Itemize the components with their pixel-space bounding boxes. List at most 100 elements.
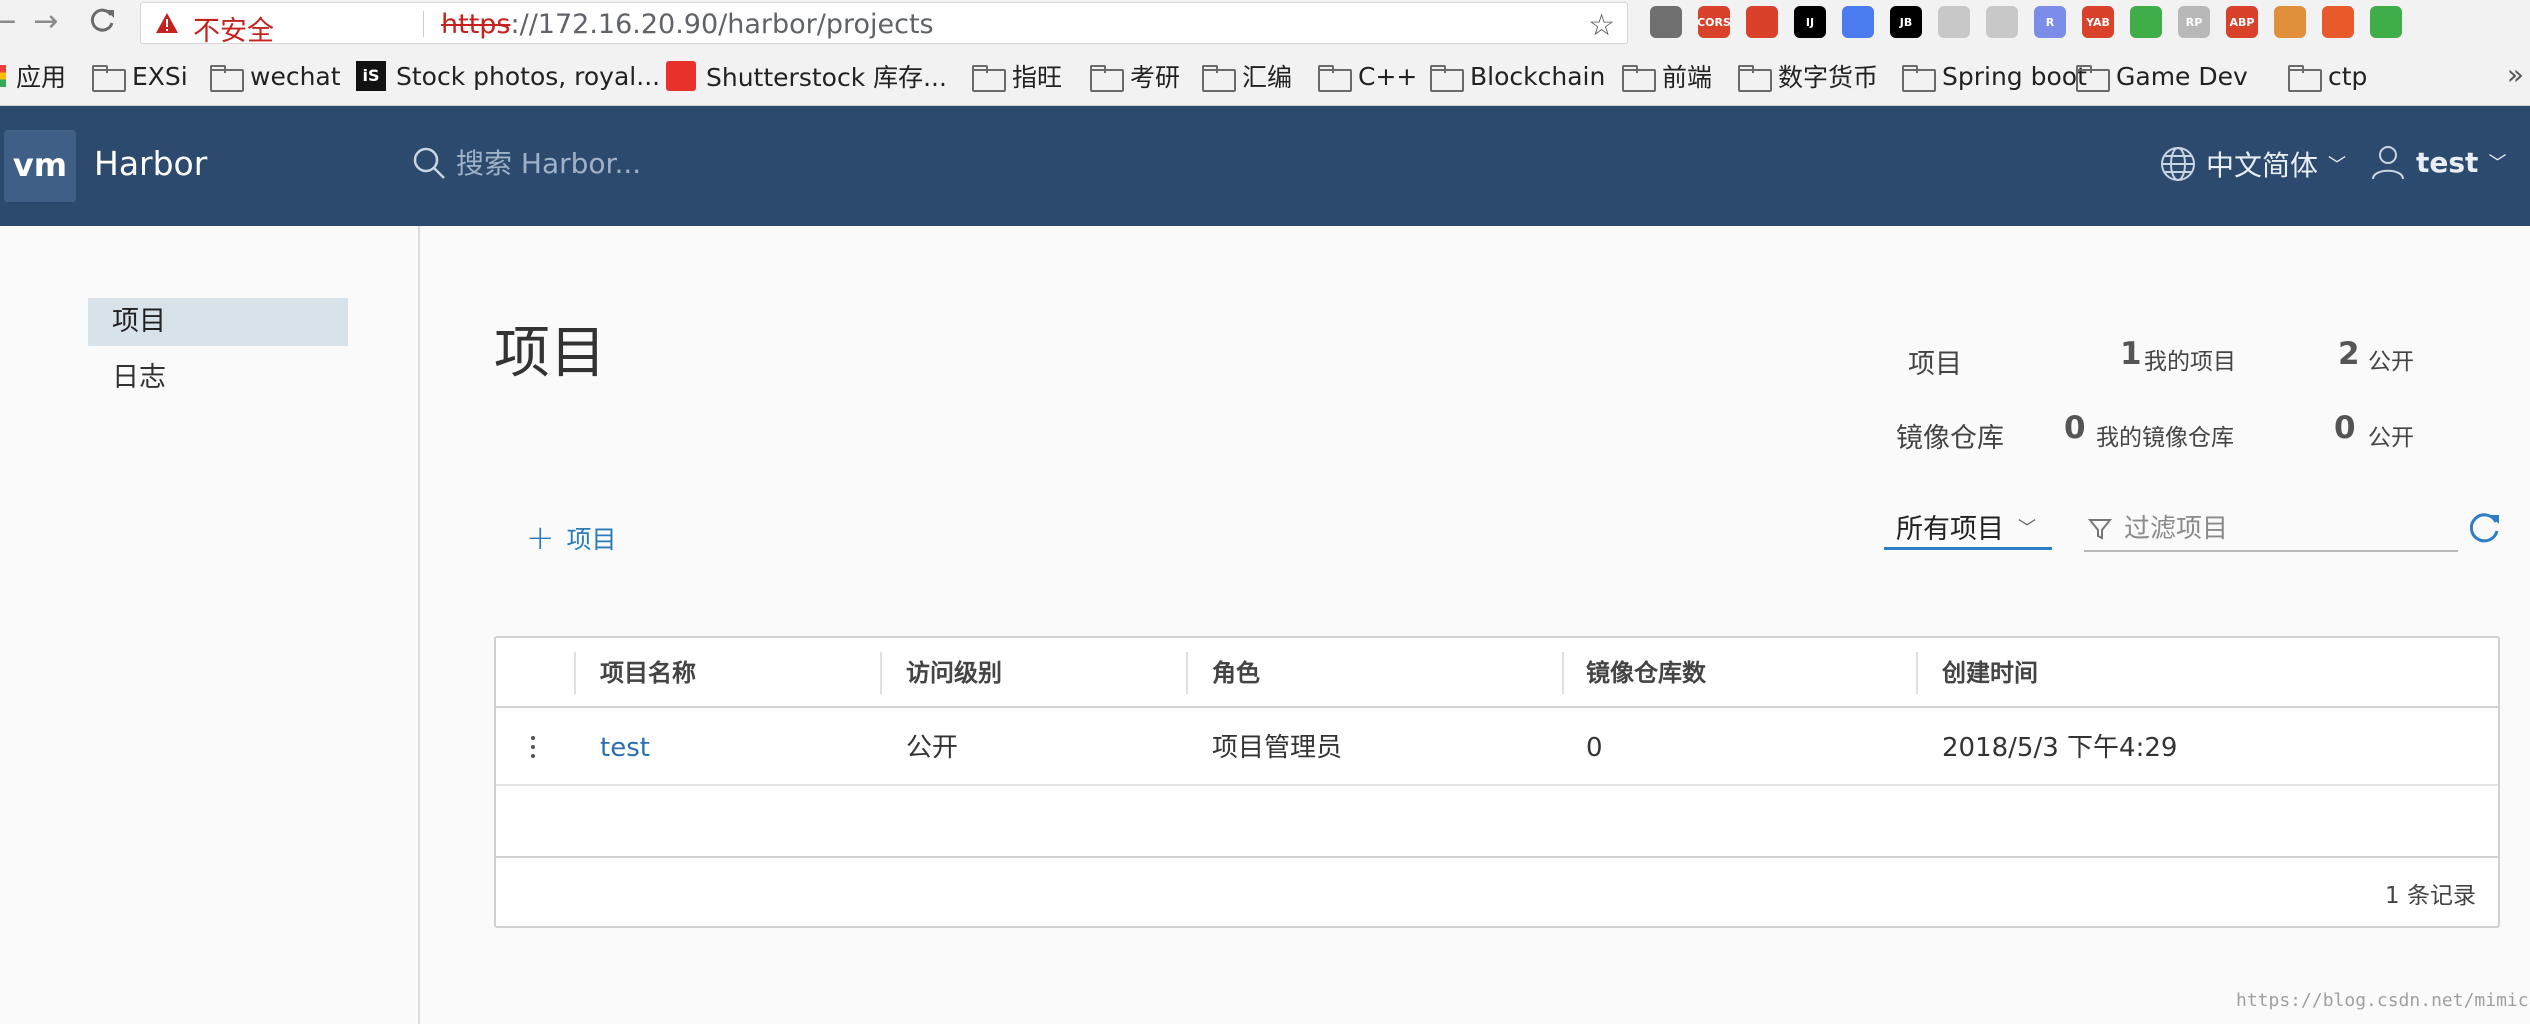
bookmark-item[interactable]: 数字货币 — [1738, 60, 1878, 92]
extension-icon[interactable]: IJ — [1794, 6, 1826, 38]
bookmark-label: 考研 — [1130, 63, 1181, 92]
column-divider — [1916, 652, 1918, 694]
watermark: https://blog.csdn.net/mimica — [2236, 990, 2530, 1011]
stat-my-repos-label: 我的镜像仓库 — [2096, 425, 2234, 451]
bookmark-item[interactable]: 汇编 — [1202, 60, 1292, 92]
extension-icon[interactable]: JB — [1890, 6, 1922, 38]
reload-icon[interactable] — [86, 6, 118, 38]
bookmark-label: Shutterstock 库存... — [706, 63, 947, 92]
insecure-label: 不安全 — [193, 16, 274, 47]
user-menu[interactable]: test ﹀ — [2370, 144, 2506, 180]
extension-icon[interactable] — [2130, 6, 2162, 38]
project-scope-value: 所有项目 — [1896, 514, 2004, 545]
column-header-role[interactable]: 角色 — [1212, 638, 1260, 708]
refresh-icon[interactable] — [2466, 510, 2502, 546]
bookmark-item[interactable]: Blockchain — [1430, 60, 1605, 92]
browser-toolbar: ← → 不安全 https://172.16.20.90/harbor/proj… — [0, 0, 2530, 47]
extension-icon[interactable]: R — [2034, 6, 2066, 38]
back-icon[interactable]: ← — [0, 6, 20, 38]
extension-icon[interactable] — [2322, 6, 2354, 38]
extension-icon[interactable] — [2274, 6, 2306, 38]
extension-icon[interactable] — [1986, 6, 2018, 38]
sidebar-item-projects[interactable]: 项目 — [88, 298, 348, 346]
extension-icon[interactable]: CORS — [1697, 6, 1731, 38]
bookmark-item[interactable]: EXSi — [92, 60, 188, 92]
table-footer: 1 条记录 — [496, 856, 2498, 926]
bookmark-label: 汇编 — [1242, 63, 1293, 92]
projects-table: 项目名称 访问级别 角色 镜像仓库数 创建时间 test 公开 项目管理员 0 … — [494, 636, 2500, 928]
bookmark-item[interactable]: C++ — [1318, 60, 1417, 92]
bookmark-label: 前端 — [1662, 63, 1713, 92]
language-label: 中文简体 — [2206, 149, 2319, 182]
page-title: 项目 — [494, 321, 606, 386]
forward-icon[interactable]: → — [30, 6, 62, 38]
bookmark-star-icon[interactable]: ☆ — [1588, 8, 1615, 43]
stat-public-projects-count: 2 — [2338, 336, 2360, 372]
vmware-logo[interactable]: vm — [4, 130, 76, 202]
search-input[interactable] — [456, 146, 876, 180]
extension-icon[interactable] — [2370, 6, 2402, 38]
extension-icon[interactable]: RP — [2178, 6, 2210, 38]
column-header-name[interactable]: 项目名称 — [600, 638, 696, 708]
url-rest: ://172.16.20.90/harbor/projects — [510, 9, 934, 40]
extension-icon[interactable] — [1842, 6, 1874, 38]
bookmark-label: EXSi — [132, 61, 188, 91]
bookmark-label: Blockchain — [1470, 61, 1606, 91]
project-access-cell: 公开 — [906, 733, 959, 763]
stat-projects-label: 项目 — [1908, 349, 1962, 380]
stat-my-projects-count: 1 — [2120, 336, 2142, 372]
bookmark-item[interactable]: iS Stock photos, royal... — [356, 60, 660, 92]
address-bar[interactable]: 不安全 https://172.16.20.90/harbor/projects… — [140, 2, 1628, 47]
folder-icon — [1430, 64, 1464, 92]
brand-name[interactable]: Harbor — [94, 144, 207, 183]
bookmark-label: ctp — [2328, 61, 2368, 91]
bookmarks-bar: 应用 » EXSi wechat iS Stock photos, royal... S… — [0, 46, 2530, 106]
column-divider — [1186, 652, 1188, 694]
bookmark-item[interactable]: 指旺 — [972, 60, 1062, 92]
bookmark-label: Spring boot — [1942, 61, 2087, 91]
filter-input[interactable] — [2124, 514, 2444, 544]
bookmark-item[interactable]: 前端 — [1622, 60, 1712, 92]
extension-icon[interactable] — [1746, 6, 1778, 38]
bookmark-item[interactable]: ctp — [2288, 60, 2367, 92]
global-search[interactable] — [412, 146, 876, 180]
extension-icon[interactable] — [1938, 6, 1970, 38]
stat-public-repos-label: 公开 — [2368, 425, 2414, 451]
extension-icon[interactable]: YAB — [2082, 6, 2114, 38]
row-actions-icon[interactable] — [530, 736, 536, 762]
bookmark-apps-label: 应用 — [16, 63, 67, 92]
url-text[interactable]: https://172.16.20.90/harbor/projects — [441, 9, 934, 40]
bookmark-item[interactable]: wechat — [210, 60, 341, 92]
bookmark-apps[interactable]: 应用 — [0, 60, 66, 92]
column-header-access[interactable]: 访问级别 — [906, 638, 1002, 708]
extension-icon[interactable]: ABP — [2226, 6, 2258, 38]
project-name-link[interactable]: test — [600, 710, 650, 786]
bookmark-item[interactable]: Shutterstock 库存... — [666, 60, 947, 92]
istock-icon: iS — [356, 61, 386, 91]
add-project-label: 项目 — [566, 525, 617, 554]
language-selector[interactable]: 中文简体 ﹀ — [2160, 144, 2346, 184]
folder-icon — [1622, 64, 1656, 92]
bookmark-item[interactable]: Spring boot — [1902, 60, 2087, 92]
stat-public-repos-count: 0 — [2334, 410, 2356, 446]
folder-icon — [1202, 64, 1236, 92]
folder-icon — [1902, 64, 1936, 92]
extension-icon[interactable] — [1650, 6, 1682, 38]
url-scheme: https — [441, 9, 511, 40]
warning-icon — [156, 13, 178, 33]
bookmark-item[interactable]: Game Dev — [2076, 60, 2248, 92]
project-scope-select[interactable]: 所有项目 ﹀ — [1884, 506, 2052, 550]
bookmark-item[interactable]: 考研 — [1090, 60, 1180, 92]
bookmarks-overflow-icon[interactable]: » — [2507, 58, 2524, 91]
sidebar-item-logs[interactable]: 日志 — [88, 354, 348, 402]
column-divider — [574, 652, 576, 694]
chevron-down-icon: ﹀ — [2488, 153, 2507, 174]
column-header-created[interactable]: 创建时间 — [1942, 638, 2038, 708]
add-project-button[interactable]: + 项目 — [526, 520, 617, 556]
table-header: 项目名称 访问级别 角色 镜像仓库数 创建时间 — [496, 638, 2498, 708]
filter-icon — [2088, 519, 2112, 540]
column-header-repo-count[interactable]: 镜像仓库数 — [1586, 638, 1706, 708]
project-filter[interactable] — [2084, 508, 2458, 552]
folder-icon — [2076, 64, 2110, 92]
bookmark-label: C++ — [1358, 61, 1418, 91]
